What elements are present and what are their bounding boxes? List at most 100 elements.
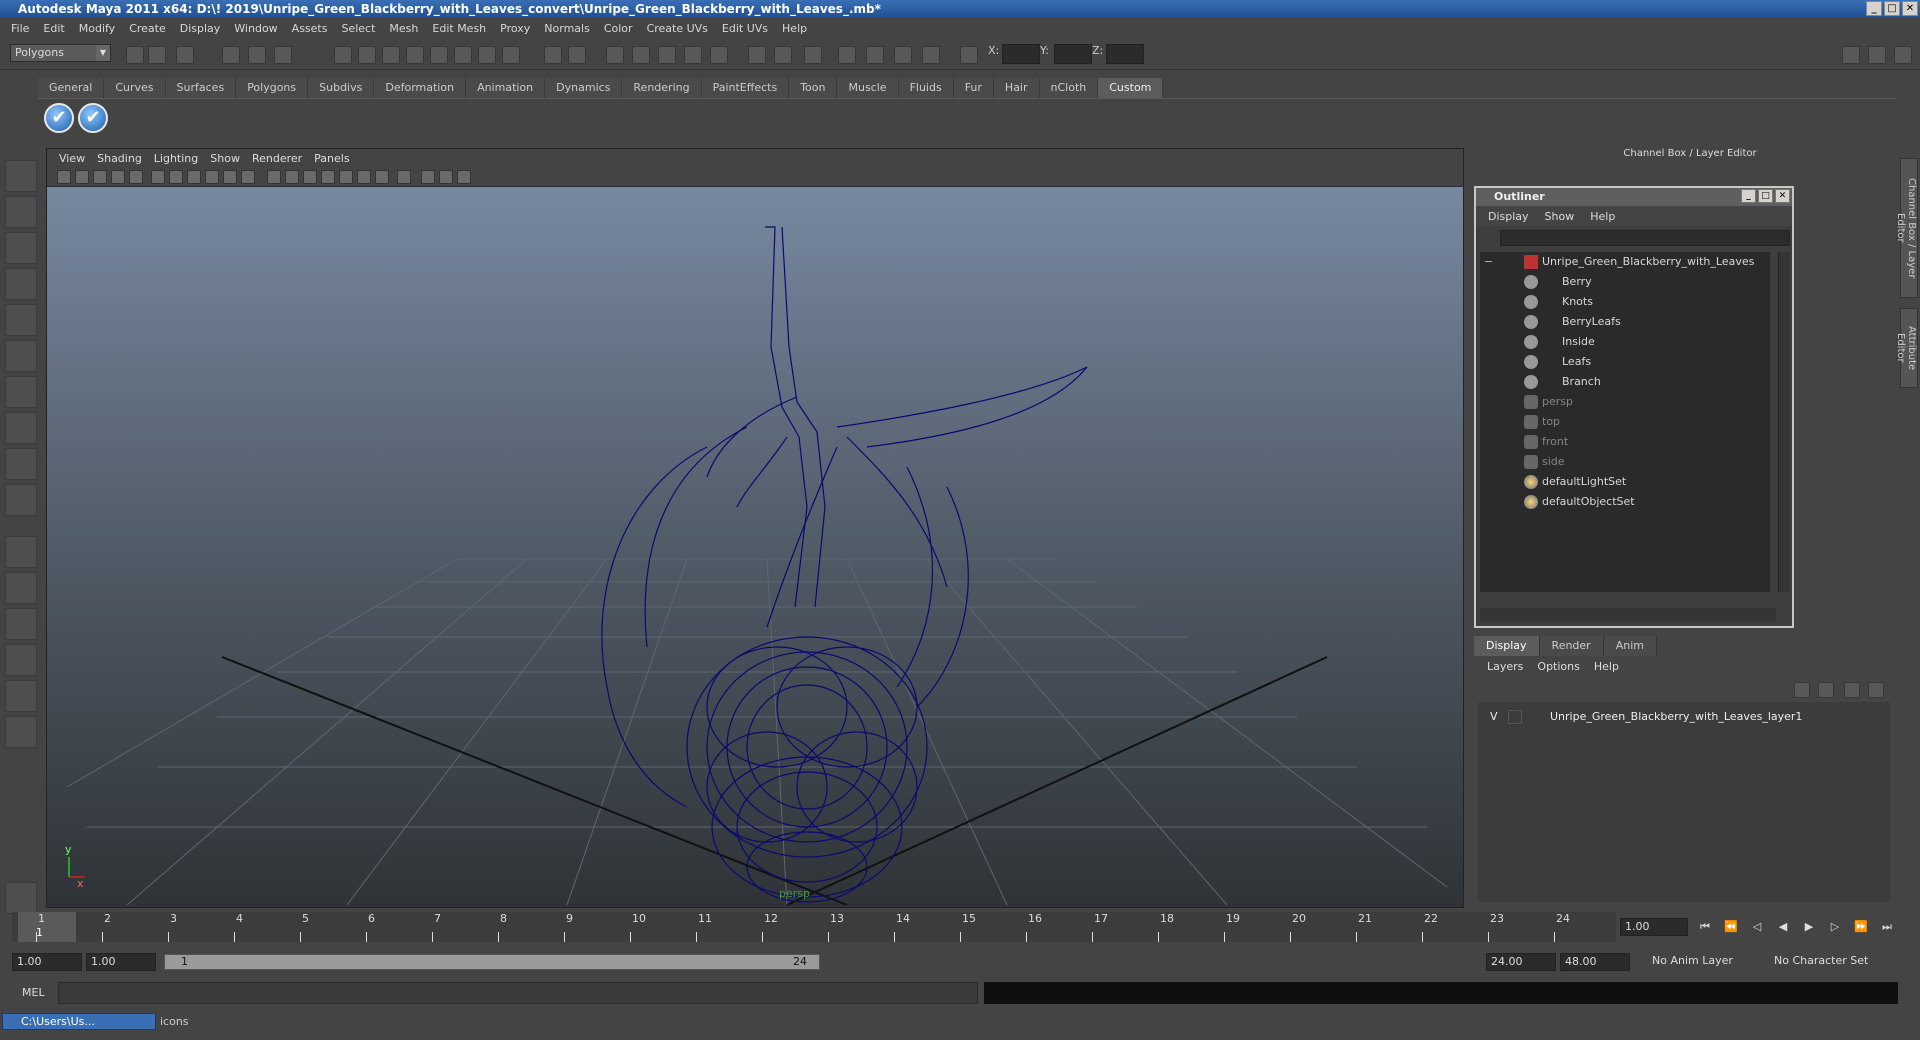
move-layer-up-icon[interactable]	[1794, 682, 1810, 698]
shelf-tab-subdivs[interactable]: Subdivs	[308, 78, 375, 98]
anim-layer-selector[interactable]: No Anim Layer	[1648, 953, 1752, 971]
shelf-tab-polygons[interactable]: Polygons	[236, 78, 309, 98]
outliner-item-defaultlightset[interactable]: defaultLightSet	[1480, 472, 1770, 492]
shelf-tab-fur[interactable]: Fur	[953, 78, 994, 98]
shelf-tab-deformation[interactable]: Deformation	[374, 78, 467, 98]
wireframe-on-shaded-icon[interactable]	[303, 170, 317, 184]
rotate-tool-icon[interactable]	[5, 304, 37, 336]
shelf-tab-dynamics[interactable]: Dynamics	[545, 78, 623, 98]
menu-modify[interactable]: Modify	[72, 22, 122, 35]
menu-help[interactable]: Help	[775, 22, 814, 35]
field-chart-icon[interactable]	[223, 170, 237, 184]
safe-action-icon[interactable]	[241, 170, 255, 184]
graph-editor-icon[interactable]	[866, 46, 884, 64]
outliner-item-defaultobjectset[interactable]: defaultObjectSet	[1480, 492, 1770, 512]
outliner-minimize-button[interactable]: _	[1741, 189, 1756, 203]
film-gate-icon[interactable]	[169, 170, 183, 184]
shelf-tab-ncloth[interactable]: nCloth	[1039, 78, 1099, 98]
panel-layout-3-icon[interactable]	[1894, 46, 1912, 64]
outliner-vertical-scrollbar[interactable]	[1778, 252, 1790, 592]
shelf-tab-rendering[interactable]: Rendering	[622, 78, 702, 98]
range-slider[interactable]: 1 24	[164, 954, 820, 970]
animation-start-field[interactable]: 1.00	[12, 953, 82, 971]
step-forward-icon[interactable]: ⏩	[1852, 920, 1870, 934]
menu-create[interactable]: Create	[122, 22, 173, 35]
menu-edit[interactable]: Edit	[36, 22, 71, 35]
play-backward-icon[interactable]: ◀	[1774, 920, 1792, 934]
animation-end-field[interactable]: 48.00	[1560, 953, 1630, 971]
outliner-filter-input[interactable]	[1500, 230, 1790, 246]
shelf-check-button-1[interactable]: ✔	[44, 103, 74, 133]
outliner-item-berryleafs[interactable]: BerryLeafs	[1480, 312, 1770, 332]
viewport-settings-icon[interactable]	[457, 170, 471, 184]
hypershade-layout-icon[interactable]	[5, 680, 37, 712]
outliner-item-inside[interactable]: Inside	[1480, 332, 1770, 352]
current-frame-marker[interactable]: 1	[18, 912, 76, 942]
snap-plane-icon[interactable]	[406, 46, 424, 64]
outliner-item-side[interactable]: side	[1480, 452, 1770, 472]
menu-window[interactable]: Window	[227, 22, 284, 35]
save-scene-icon[interactable]	[176, 46, 194, 64]
playback-end-field[interactable]: 24.00	[1486, 953, 1556, 971]
all-lights-icon[interactable]	[357, 170, 371, 184]
time-slider[interactable]: 1 1 2 3 4 5 6 7 8 9 10 11 12 13 14 15 16 17 18 19 20 21 22 23 2…	[12, 912, 1616, 942]
outliner-item-leafs[interactable]: Leafs	[1480, 352, 1770, 372]
layer-menu-options[interactable]: Options	[1530, 660, 1586, 673]
tool-settings-icon[interactable]	[804, 46, 822, 64]
viewport-scene[interactable]: y x persp	[47, 187, 1463, 907]
layer-tab-anim[interactable]: Anim	[1603, 636, 1657, 656]
snap-curve-icon[interactable]	[358, 46, 376, 64]
character-set-selector[interactable]: No Character Set	[1770, 953, 1874, 971]
outliner-maximize-button[interactable]: □	[1758, 189, 1773, 203]
playback-start-field[interactable]: 1.00	[86, 953, 156, 971]
shelf-tab-fluids[interactable]: Fluids	[898, 78, 954, 98]
ipr-render-icon[interactable]	[606, 46, 624, 64]
layer-visibility-toggle[interactable]: V	[1490, 708, 1498, 726]
grid-toggle-icon[interactable]	[151, 170, 165, 184]
isolate-select-icon[interactable]	[397, 170, 411, 184]
camera-select-icon[interactable]	[57, 170, 71, 184]
menu-set-selector[interactable]: Polygons ▼	[10, 44, 111, 62]
y-field[interactable]	[1054, 44, 1092, 64]
play-forward-icon[interactable]: ▶	[1800, 920, 1818, 934]
maximize-button[interactable]: □	[1884, 1, 1900, 16]
input-lock-icon[interactable]	[544, 46, 562, 64]
attribute-editor-toggle-icon[interactable]	[774, 46, 792, 64]
select-by-component-icon[interactable]	[274, 46, 292, 64]
menu-proxy[interactable]: Proxy	[493, 22, 537, 35]
single-perspective-layout-icon[interactable]	[5, 536, 37, 568]
outliner-item-root[interactable]: − Unripe_Green_Blackberry_with_Leaves	[1480, 252, 1770, 272]
numeric-input-icon[interactable]	[960, 46, 978, 64]
close-button[interactable]: ✕	[1902, 1, 1918, 16]
shelf-tab-animation[interactable]: Animation	[466, 78, 546, 98]
universal-manipulator-icon[interactable]	[5, 376, 37, 408]
perspective-viewport[interactable]: View Shading Lighting Show Renderer Pane…	[46, 148, 1464, 908]
layer-menu-layers[interactable]: Layers	[1480, 660, 1530, 673]
viewport-menu-panels[interactable]: Panels	[308, 152, 355, 165]
resolution-gate-icon[interactable]	[187, 170, 201, 184]
menu-select[interactable]: Select	[334, 22, 382, 35]
snap-live-icon[interactable]	[430, 46, 448, 64]
transform-mode-icon[interactable]	[922, 46, 940, 64]
render-settings-icon[interactable]	[632, 46, 650, 64]
lasso-tool-icon[interactable]	[5, 196, 37, 228]
outliner-item-persp[interactable]: persp	[1480, 392, 1770, 412]
construction-history-icon[interactable]	[478, 46, 496, 64]
collapse-icon[interactable]: −	[1484, 252, 1493, 272]
shelf-tab-hair[interactable]: Hair	[993, 78, 1040, 98]
shelf-tab-toon[interactable]: Toon	[789, 78, 838, 98]
hypershade-icon[interactable]	[658, 46, 676, 64]
show-manipulator-icon[interactable]	[5, 448, 37, 480]
scale-tool-icon[interactable]	[5, 340, 37, 372]
viewport-menu-view[interactable]: View	[53, 152, 91, 165]
shelf-tab-painteffects[interactable]: PaintEffects	[701, 78, 790, 98]
outliner-item-berry[interactable]: Berry	[1480, 272, 1770, 292]
move-tool-icon[interactable]	[5, 268, 37, 300]
command-input[interactable]	[58, 982, 978, 1004]
viewport-menu-renderer[interactable]: Renderer	[246, 152, 308, 165]
outliner-close-button[interactable]: ✕	[1775, 189, 1790, 203]
layer-type-toggle[interactable]	[1508, 710, 1522, 724]
history-icon[interactable]	[454, 46, 472, 64]
panel-layout-icon[interactable]	[1842, 46, 1860, 64]
select-tool-icon[interactable]	[5, 160, 37, 192]
